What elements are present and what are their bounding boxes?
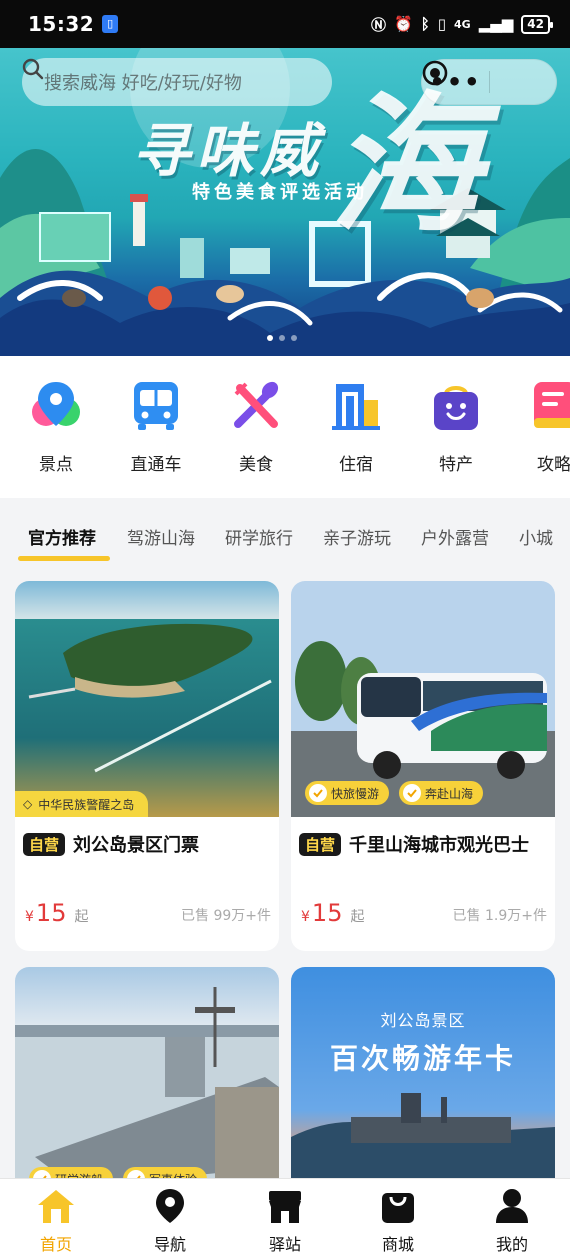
sold-count: 已售 99万+件: [181, 908, 271, 924]
nav-mall[interactable]: 商城: [358, 1187, 438, 1255]
pass-title: 百次畅游年卡: [329, 1042, 516, 1075]
product-title: 刘公岛景区门票: [73, 835, 200, 856]
fork-spoon-icon: [234, 381, 279, 428]
location-icon: [156, 1189, 184, 1223]
search-input[interactable]: 搜索威海 好吃/好玩/好物: [22, 58, 332, 106]
home-icon: [38, 1190, 74, 1223]
tab-camping[interactable]: 户外露营: [421, 524, 489, 549]
nav-profile[interactable]: 我的: [472, 1187, 552, 1255]
banner-subtitle: 特色美食评选活动: [192, 182, 368, 203]
self-operated-badge: 自营: [23, 832, 66, 856]
nav-label: 驿站: [268, 1235, 301, 1254]
nav-label: 商城: [381, 1235, 414, 1254]
search-placeholder: 搜索威海 好吃/好玩/好物: [44, 73, 242, 94]
category-food[interactable]: 美食: [214, 378, 298, 475]
nav-label: 导航: [153, 1235, 186, 1254]
shopping-bag-icon: [434, 386, 478, 430]
island-photo: [15, 581, 279, 817]
price-currency: ¥: [25, 909, 34, 925]
hero-banner[interactable]: 海 寻味威 特色美食评选活动 搜索威海 好吃/好玩/好物 •••: [0, 48, 570, 356]
diamond-icon: ◇: [23, 797, 33, 811]
category-label: 直通车: [130, 455, 182, 475]
feature-chip: 奔赴山海: [399, 781, 484, 805]
category-label: 特产: [439, 455, 473, 475]
sold-count: 已售 1.9万+件: [452, 908, 547, 924]
product-title-row: 自营 刘公岛景区门票: [23, 831, 199, 857]
tab-family[interactable]: 亲子游玩: [323, 524, 391, 549]
category-label: 攻略: [537, 455, 570, 475]
island-tag: ◇ 中华民族警醒之岛: [15, 791, 149, 817]
alarm-icon: ⏰: [394, 15, 413, 33]
search-icon: [22, 58, 44, 80]
nav-navigation[interactable]: 导航: [130, 1187, 210, 1255]
price-value: 15: [311, 899, 343, 927]
category-row: 景点 直通车 美食 住宿 特产 攻略: [0, 356, 570, 498]
battery-indicator: 42: [521, 14, 553, 34]
map-pin-icon: [32, 382, 80, 426]
status-time: 15:32: [28, 12, 95, 36]
nav-label: 首页: [39, 1235, 72, 1254]
tab-drive[interactable]: 驾游山海: [127, 524, 195, 549]
store-icon: [269, 1191, 301, 1223]
status-icons: Ⓝ ⏰ ᛒ ▯ 4G ▂▄▆ 42: [371, 14, 553, 35]
app-notification-icon: ▯: [102, 15, 119, 33]
tab-small-town[interactable]: 小城: [519, 524, 553, 549]
price-suffix: 起: [350, 909, 365, 925]
self-operated-badge: 自营: [299, 832, 342, 856]
shopping-bag-icon: [382, 1193, 414, 1223]
active-tab-indicator: [18, 556, 110, 561]
feature-chip: 快旅慢游: [305, 781, 390, 805]
user-icon: [496, 1189, 528, 1223]
status-bar: 15:32 ▯ Ⓝ ⏰ ᛒ ▯ 4G ▂▄▆ 42: [0, 0, 570, 48]
pass-subtitle: 刘公岛景区: [380, 1011, 466, 1030]
price-currency: ¥: [301, 909, 310, 925]
product-image: 快旅慢游 奔赴山海: [291, 581, 555, 817]
tab-study[interactable]: 研学旅行: [225, 524, 293, 549]
category-label: 住宿: [339, 455, 373, 475]
price-suffix: 起: [74, 909, 89, 925]
product-title: 千里山海城市观光巴士: [349, 835, 530, 856]
network-label: 4G: [454, 17, 471, 31]
capsule-divider: [489, 71, 490, 93]
category-hotel[interactable]: 住宿: [314, 378, 398, 475]
signal-icon: ▂▄▆: [478, 15, 514, 33]
bluetooth-icon: ᛒ: [420, 15, 430, 33]
recommend-tabs: 官方推荐 驾游山海 研学旅行 亲子游玩 户外露营 小城: [0, 510, 570, 564]
product-title-row: 自营 千里山海城市观光巴士: [299, 831, 529, 857]
nav-station[interactable]: 驿站: [245, 1187, 325, 1255]
bus-icon: [134, 382, 178, 430]
chip-text: 快旅慢游: [331, 786, 380, 801]
tab-official[interactable]: 官方推荐: [28, 524, 96, 549]
chip-text: 奔赴山海: [425, 786, 474, 801]
nav-label: 我的: [495, 1235, 528, 1254]
island-tag-text: 中华民族警醒之岛: [38, 797, 135, 812]
nfc-icon: Ⓝ: [371, 15, 387, 34]
category-label: 美食: [239, 455, 273, 475]
bottom-navigation: 首页 导航 驿站 商城 我的: [0, 1178, 570, 1257]
product-card[interactable]: 快旅慢游 奔赴山海 自营 千里山海城市观光巴士 ¥ 15 起 已售 1.9万+件: [291, 581, 555, 951]
check-icon: [403, 784, 421, 802]
hotel-icon: [332, 384, 380, 430]
product-card[interactable]: ◇ 中华民族警醒之岛 自营 刘公岛景区门票 ¥ 15 起 已售 99万+件: [15, 581, 279, 951]
guide-book-icon: [534, 382, 570, 428]
banner-title: 寻味威: [132, 117, 325, 185]
category-specialty[interactable]: 特产: [414, 378, 498, 475]
nav-home[interactable]: 首页: [16, 1187, 96, 1255]
product-price: ¥ 15 起: [301, 899, 364, 927]
category-guide[interactable]: 攻略: [512, 378, 570, 475]
product-image: ◇ 中华民族警醒之岛: [15, 581, 279, 817]
miniapp-capsule: •••: [421, 59, 557, 105]
target-close-icon: [422, 60, 448, 86]
price-value: 15: [35, 899, 67, 927]
category-bus[interactable]: 直通车: [114, 378, 198, 475]
check-icon: [309, 784, 327, 802]
category-scenic[interactable]: 景点: [14, 378, 98, 475]
product-price: ¥ 15 起: [25, 899, 88, 927]
category-label: 景点: [39, 455, 73, 475]
vibrate-icon: ▯: [437, 15, 446, 33]
